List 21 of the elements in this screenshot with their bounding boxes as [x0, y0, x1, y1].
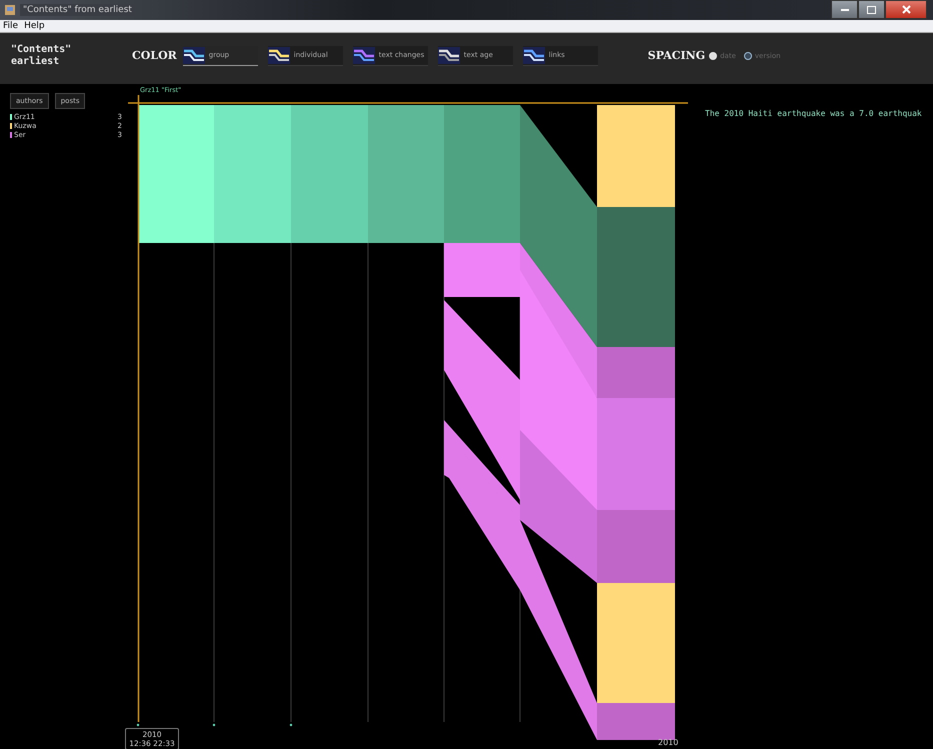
- stripes-icon: [522, 46, 545, 64]
- text-preview: The 2010 Haiti earthquake was a 7.0 earthquak: [705, 109, 922, 118]
- view-title: "Contents": [11, 44, 72, 56]
- stripes-icon: [438, 46, 460, 64]
- view-title: earliest: [11, 56, 60, 68]
- close-icon: [902, 5, 910, 14]
- app-icon: [4, 4, 16, 16]
- window-title: "Contents" from earliest: [20, 4, 135, 16]
- stripes-icon: [268, 46, 290, 64]
- stripes-icon: [352, 46, 375, 64]
- menu-item[interactable]: Help: [24, 21, 45, 31]
- spacing-label: SPACING: [648, 49, 706, 62]
- stripes-icon: [182, 46, 205, 64]
- radio-button[interactable]: [709, 52, 718, 60]
- color-label: COLOR: [132, 49, 177, 62]
- menu-item[interactable]: File: [3, 21, 18, 31]
- close-button[interactable]: [885, 0, 927, 19]
- maximize-button[interactable]: [858, 0, 885, 19]
- minimize-button[interactable]: [831, 0, 858, 19]
- date-label: 2010: [658, 738, 678, 747]
- radio-button[interactable]: [744, 52, 752, 60]
